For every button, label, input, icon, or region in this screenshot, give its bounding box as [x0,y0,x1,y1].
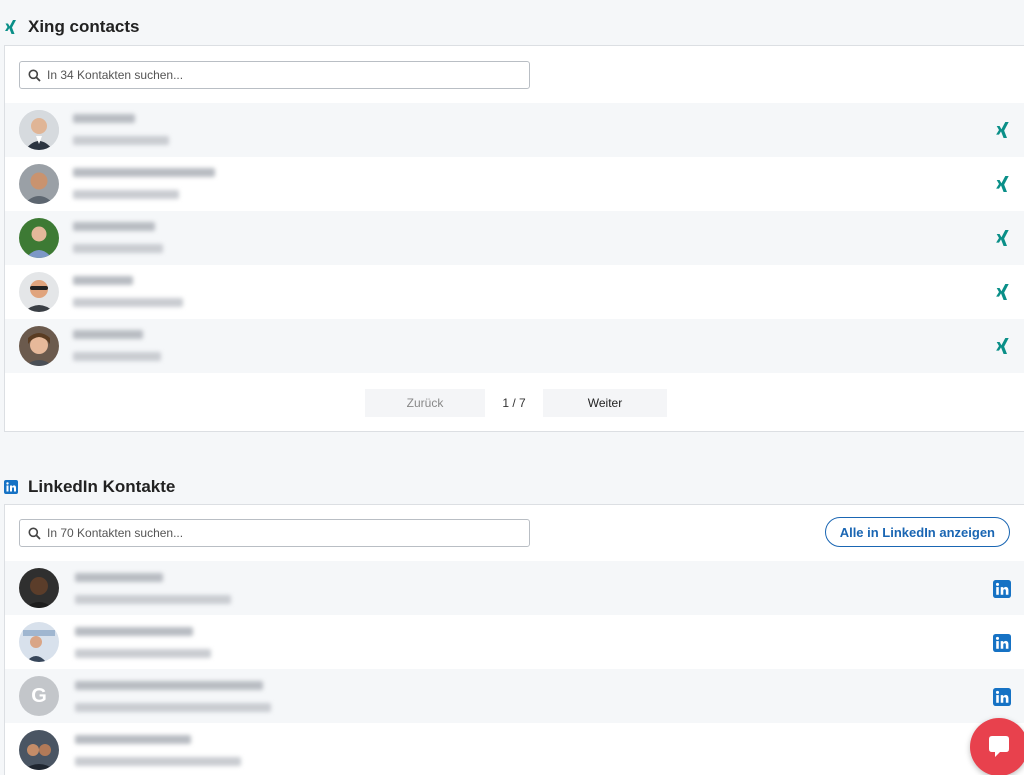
contact-title-redacted [75,703,271,712]
avatar [19,568,59,608]
linkedin-contact-row[interactable] [5,723,1024,775]
xing-contact-row[interactable] [5,211,1024,265]
linkedin-contacts-panel: Alle in LinkedIn anzeigen G [4,504,1024,775]
contact-title-redacted [75,595,231,604]
xing-search-input[interactable] [47,68,507,82]
pagination: Zurück 1 / 7 Weiter [5,389,1024,419]
linkedin-icon[interactable] [993,580,1011,598]
xing-icon[interactable] [995,228,1011,248]
linkedin-contact-row[interactable]: G [5,669,1024,723]
contact-name-redacted [75,735,191,744]
avatar [19,164,59,204]
xing-icon[interactable] [995,120,1011,140]
xing-contact-row[interactable] [5,319,1024,373]
contact-name-redacted [73,276,133,285]
avatar [19,110,59,150]
linkedin-logo-icon [4,480,18,494]
contact-title-redacted [73,352,161,361]
chat-launcher-button[interactable] [970,718,1024,775]
xing-section-title: Xing contacts [28,17,140,36]
linkedin-contact-row[interactable] [5,561,1024,615]
avatar [19,730,59,770]
contact-name-redacted [73,330,143,339]
contact-name-redacted [75,627,193,636]
linkedin-contact-row[interactable] [5,615,1024,669]
linkedin-icon[interactable] [993,688,1011,706]
xing-icon[interactable] [995,174,1011,194]
contact-name-redacted [73,114,135,123]
xing-contacts-panel: Zurück 1 / 7 Weiter [4,45,1024,432]
contact-title-redacted [73,190,179,199]
contact-name-redacted [75,681,263,690]
previous-page-button[interactable]: Zurück [365,389,485,417]
avatar [19,326,59,366]
contact-name-redacted [73,168,215,177]
xing-icon[interactable] [995,336,1011,356]
contact-title-redacted [75,757,241,766]
avatar [19,272,59,312]
avatar [19,622,59,662]
contact-title-redacted [73,244,163,253]
search-icon [28,527,41,540]
contact-title-redacted [73,298,183,307]
linkedin-icon[interactable] [993,634,1011,652]
xing-logo-icon [5,20,16,34]
avatar [19,218,59,258]
linkedin-search-input[interactable] [47,526,507,540]
avatar-initial: G [19,676,59,716]
xing-contact-row[interactable] [5,265,1024,319]
chat-bubble-icon [989,736,1009,757]
linkedin-search-box[interactable] [19,519,530,547]
next-page-button[interactable]: Weiter [543,389,667,417]
contact-name-redacted [75,573,163,582]
page-indicator: 1 / 7 [502,396,526,410]
linkedin-section-title: LinkedIn Kontakte [28,477,176,496]
contact-title-redacted [73,136,169,145]
xing-contact-row[interactable] [5,103,1024,157]
linkedin-section-header: LinkedIn Kontakte [4,475,175,499]
contact-name-redacted [73,222,155,231]
xing-section-header: Xing contacts [4,15,139,39]
xing-icon[interactable] [995,282,1011,302]
xing-contact-row[interactable] [5,157,1024,211]
show-all-in-linkedin-button[interactable]: Alle in LinkedIn anzeigen [824,517,1010,547]
contact-title-redacted [75,649,211,658]
search-icon [28,69,41,82]
xing-search-box[interactable] [19,61,530,89]
